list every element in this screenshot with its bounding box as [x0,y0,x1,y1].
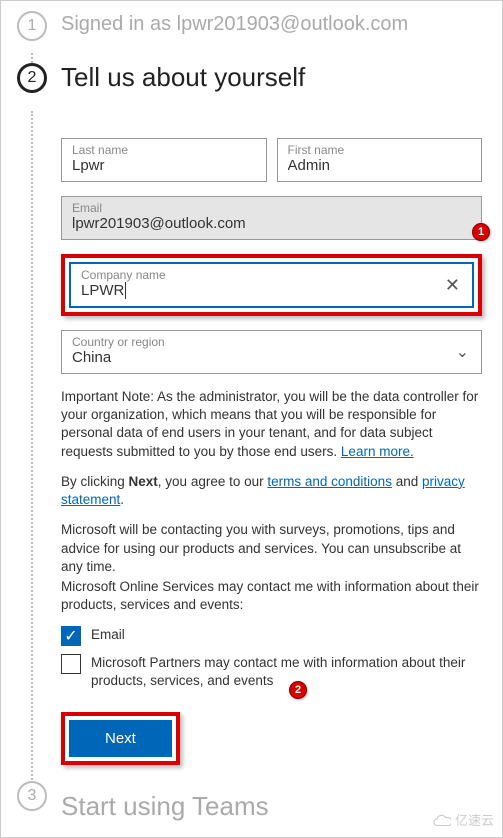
contact-note-1: Microsoft will be contacting you with su… [61,521,482,576]
last-name-input[interactable] [72,157,256,174]
next-highlight-box: Next [61,712,180,765]
clear-icon[interactable]: ✕ [433,275,472,296]
agree-note: By clicking Next, you agree to our terms… [61,473,482,509]
terms-link[interactable]: terms and conditions [267,474,392,489]
next-button[interactable]: Next [69,720,172,757]
company-field[interactable]: Company name LPWR ✕ [69,262,474,308]
step-2-indicator: 2 [17,63,47,93]
contact-note-2: Microsoft Online Services may contact me… [61,578,482,614]
chevron-down-icon[interactable]: ⌄ [444,342,481,362]
company-highlight-box: Company name LPWR ✕ [61,254,482,316]
annotation-badge-2: 2 [289,681,307,699]
important-note: Important Note: As the administrator, yo… [61,388,482,461]
partners-checkbox[interactable] [61,654,81,674]
email-checkbox[interactable]: ✓ [61,626,81,646]
learn-more-link[interactable]: Learn more. [341,444,414,459]
step-1-indicator: 1 [17,11,47,41]
last-name-field[interactable]: Last name [61,138,267,182]
partners-checkbox-label: Microsoft Partners may contact me with i… [91,654,482,689]
email-label: Email [72,201,471,215]
first-name-field[interactable]: First name [277,138,483,182]
email-input [72,215,471,232]
company-input[interactable]: LPWR [81,282,126,299]
country-field[interactable]: Country or region China ⌄ [61,330,482,374]
first-name-label: First name [288,143,472,157]
company-label: Company name [81,268,423,282]
email-checkbox-label: Email [91,626,125,644]
watermark: 亿速云 [429,810,494,829]
step-3-indicator: 3 [17,781,47,811]
country-label: Country or region [72,335,434,349]
email-field: Email [61,196,482,240]
annotation-badge-1: 1 [472,223,490,241]
step-3-title: Start using Teams [61,791,482,822]
last-name-label: Last name [72,143,256,157]
step-2-title: Tell us about yourself [61,62,482,93]
step-1-title: Signed in as lpwr201903@outlook.com [61,13,482,36]
country-value: China [72,349,111,366]
first-name-input[interactable] [288,157,472,174]
cloud-icon [429,813,451,827]
